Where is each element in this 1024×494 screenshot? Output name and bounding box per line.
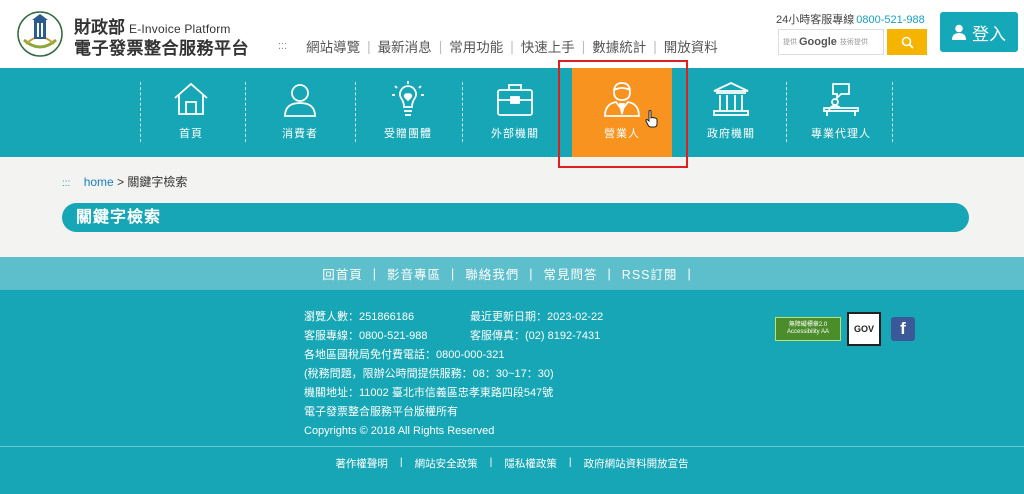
- footer-nav-divider: |: [607, 266, 612, 281]
- hand-cursor-icon: [645, 110, 658, 128]
- breadcrumb: ::: home > 關鍵字檢索: [62, 173, 187, 190]
- google-logo: Google: [799, 36, 837, 48]
- copyright-zh: 電子發票整合服務平台版權所有: [304, 406, 458, 418]
- footer-nav-faq[interactable]: 常見問答: [544, 264, 598, 283]
- topnav-common-functions[interactable]: 常用功能: [442, 36, 510, 56]
- topnav-news[interactable]: 最新消息: [371, 36, 439, 56]
- facebook-icon[interactable]: f: [891, 317, 915, 341]
- person-icon: [284, 84, 316, 117]
- search-button[interactable]: [887, 29, 927, 55]
- lightbulb-heart-icon: [392, 81, 424, 116]
- breadcrumb-separator: >: [117, 175, 125, 189]
- nav-item-label: 消費者: [282, 128, 318, 140]
- topnav-sitemap[interactable]: 網站導覽: [299, 36, 367, 56]
- search-prefix: 提供: [783, 39, 797, 46]
- nav-item-government[interactable]: 政府機關: [681, 68, 781, 157]
- search-icon: [901, 36, 914, 49]
- footer-info: 瀏覽人數：251866186 最近更新日期：2023-02-22 客服專線：080…: [304, 308, 603, 441]
- nav-divider: [892, 82, 893, 142]
- nav-item-label: 專業代理人: [811, 128, 871, 140]
- login-button[interactable]: 登入: [940, 12, 1018, 52]
- breadcrumb-accesskey[interactable]: :::: [62, 178, 70, 189]
- nav-item-professional-agents[interactable]: 專業代理人: [791, 68, 891, 157]
- accessibility-badge[interactable]: 無障礙標章2.0 Accessibility AA: [775, 317, 841, 341]
- government-building-icon: [713, 82, 749, 116]
- footer-nav-divider: |: [529, 266, 534, 281]
- site-header: 財政部 E-Invoice Platform 電子發票整合服務平台 ::: 網站導…: [0, 0, 1024, 68]
- hotline-label: 24小時客服專線: [776, 14, 855, 26]
- footer-nav-divider: |: [451, 266, 456, 281]
- footer-link-copyright[interactable]: 著作權聲明: [335, 456, 388, 471]
- topnav-open-data[interactable]: 開放資料: [657, 36, 725, 56]
- page-title: 關鍵字檢索: [62, 203, 969, 232]
- footer-navigation: 回首頁 | 影音專區 | 聯絡我們 | 常見問答 | RSS訂閱 |: [0, 257, 1024, 290]
- topnav-statistics[interactable]: 數據統計: [585, 36, 653, 56]
- agent-desk-icon: [823, 83, 859, 116]
- businessman-icon: [604, 82, 640, 117]
- footer-nav-divider: |: [687, 266, 692, 281]
- footer-nav-media[interactable]: 影音專區: [387, 264, 441, 283]
- footer-link-divider: |: [489, 456, 493, 468]
- tax-service-hours: (稅務問題，限辦公時間提供服務：08：30~17：30): [304, 368, 554, 380]
- footer-link-divider: |: [568, 456, 572, 468]
- footer-divider: [0, 446, 1024, 447]
- site-footer: 瀏覽人數：251866186 最近更新日期：2023-02-22 客服專線：080…: [0, 290, 1024, 494]
- search-placeholder: 技術提供: [839, 39, 868, 46]
- briefcase-icon: [497, 84, 533, 116]
- nav-item-label: 外部機關: [491, 128, 539, 140]
- service-line: 客服專線：0800-521-988: [304, 330, 428, 342]
- agency-address: 機關地址：11002 臺北市信義區忠孝東路四段547號: [304, 387, 554, 399]
- breadcrumb-current: 關鍵字檢索: [127, 175, 188, 189]
- service-fax: 客服傳真：(02) 8192-7431: [470, 330, 601, 342]
- hotline-info: 24小時客服專線 0800-521-988: [776, 11, 925, 27]
- nav-item-label: 政府機關: [707, 128, 755, 140]
- footer-link-security-policy[interactable]: 網站安全政策: [415, 456, 478, 471]
- footer-link-open-data-declaration[interactable]: 政府網站資料開放宣告: [584, 456, 689, 471]
- nav-item-external-agencies[interactable]: 外部機關: [465, 68, 565, 157]
- nav-item-donation-groups[interactable]: 受贈團體: [358, 68, 458, 157]
- house-icon: [174, 82, 208, 115]
- nav-divider: [462, 82, 463, 142]
- footer-link-privacy-policy[interactable]: 隱私權政策: [504, 456, 557, 471]
- nav-divider: [355, 82, 356, 142]
- top-navigation: ::: 網站導覽 | 最新消息 | 常用功能 | 快速上手 | 數據統計 | 開放資料: [278, 36, 725, 56]
- login-label: 登入: [972, 24, 1006, 44]
- topnav-quick-start[interactable]: 快速上手: [514, 36, 582, 56]
- footer-link-divider: |: [399, 456, 403, 468]
- ministry-of-finance-logo[interactable]: [14, 10, 66, 58]
- footer-nav-home[interactable]: 回首頁: [322, 264, 363, 283]
- footer-links: 著作權聲明 | 網站安全政策 | 隱私權政策 | 政府網站資料開放宣告: [0, 456, 1024, 471]
- brand-platform-name[interactable]: 電子發票整合服務平台: [74, 34, 249, 59]
- nav-item-label: 受贈團體: [384, 128, 432, 140]
- footer-nav-rss[interactable]: RSS訂閱: [622, 264, 678, 283]
- user-icon: [952, 24, 966, 40]
- tax-toll-free: 各地區國稅局免付費電話：0800-000-321: [304, 349, 505, 361]
- gov-badge[interactable]: GOV: [847, 312, 881, 346]
- footer-badges: 無障礙標章2.0 Accessibility AA GOV f: [775, 312, 915, 346]
- footer-nav-divider: |: [372, 266, 377, 281]
- copyright-en: Copyrights © 2018 All Rights Reserved: [304, 425, 495, 437]
- hotline-number: 0800-521-988: [856, 14, 925, 26]
- nav-item-label: 首頁: [179, 128, 203, 140]
- nav-divider: [245, 82, 246, 142]
- footer-nav-contact[interactable]: 聯絡我們: [465, 264, 519, 283]
- breadcrumb-home-link[interactable]: home: [84, 175, 114, 189]
- visitor-count: 瀏覽人數：251866186: [304, 311, 415, 323]
- topnav-accesskey[interactable]: :::: [278, 40, 287, 52]
- nav-item-business[interactable]: 營業人: [568, 68, 676, 157]
- search-input[interactable]: 提供 Google 技術提供: [778, 29, 884, 55]
- main-navigation: 首頁 消費者 受贈團體 外部機關 營業人 政府機關 專業代理人: [0, 68, 1024, 157]
- nav-item-consumer[interactable]: 消費者: [250, 68, 350, 157]
- nav-divider: [786, 82, 787, 142]
- nav-item-home[interactable]: 首頁: [141, 68, 241, 157]
- last-updated: 最近更新日期：2023-02-22: [470, 311, 604, 323]
